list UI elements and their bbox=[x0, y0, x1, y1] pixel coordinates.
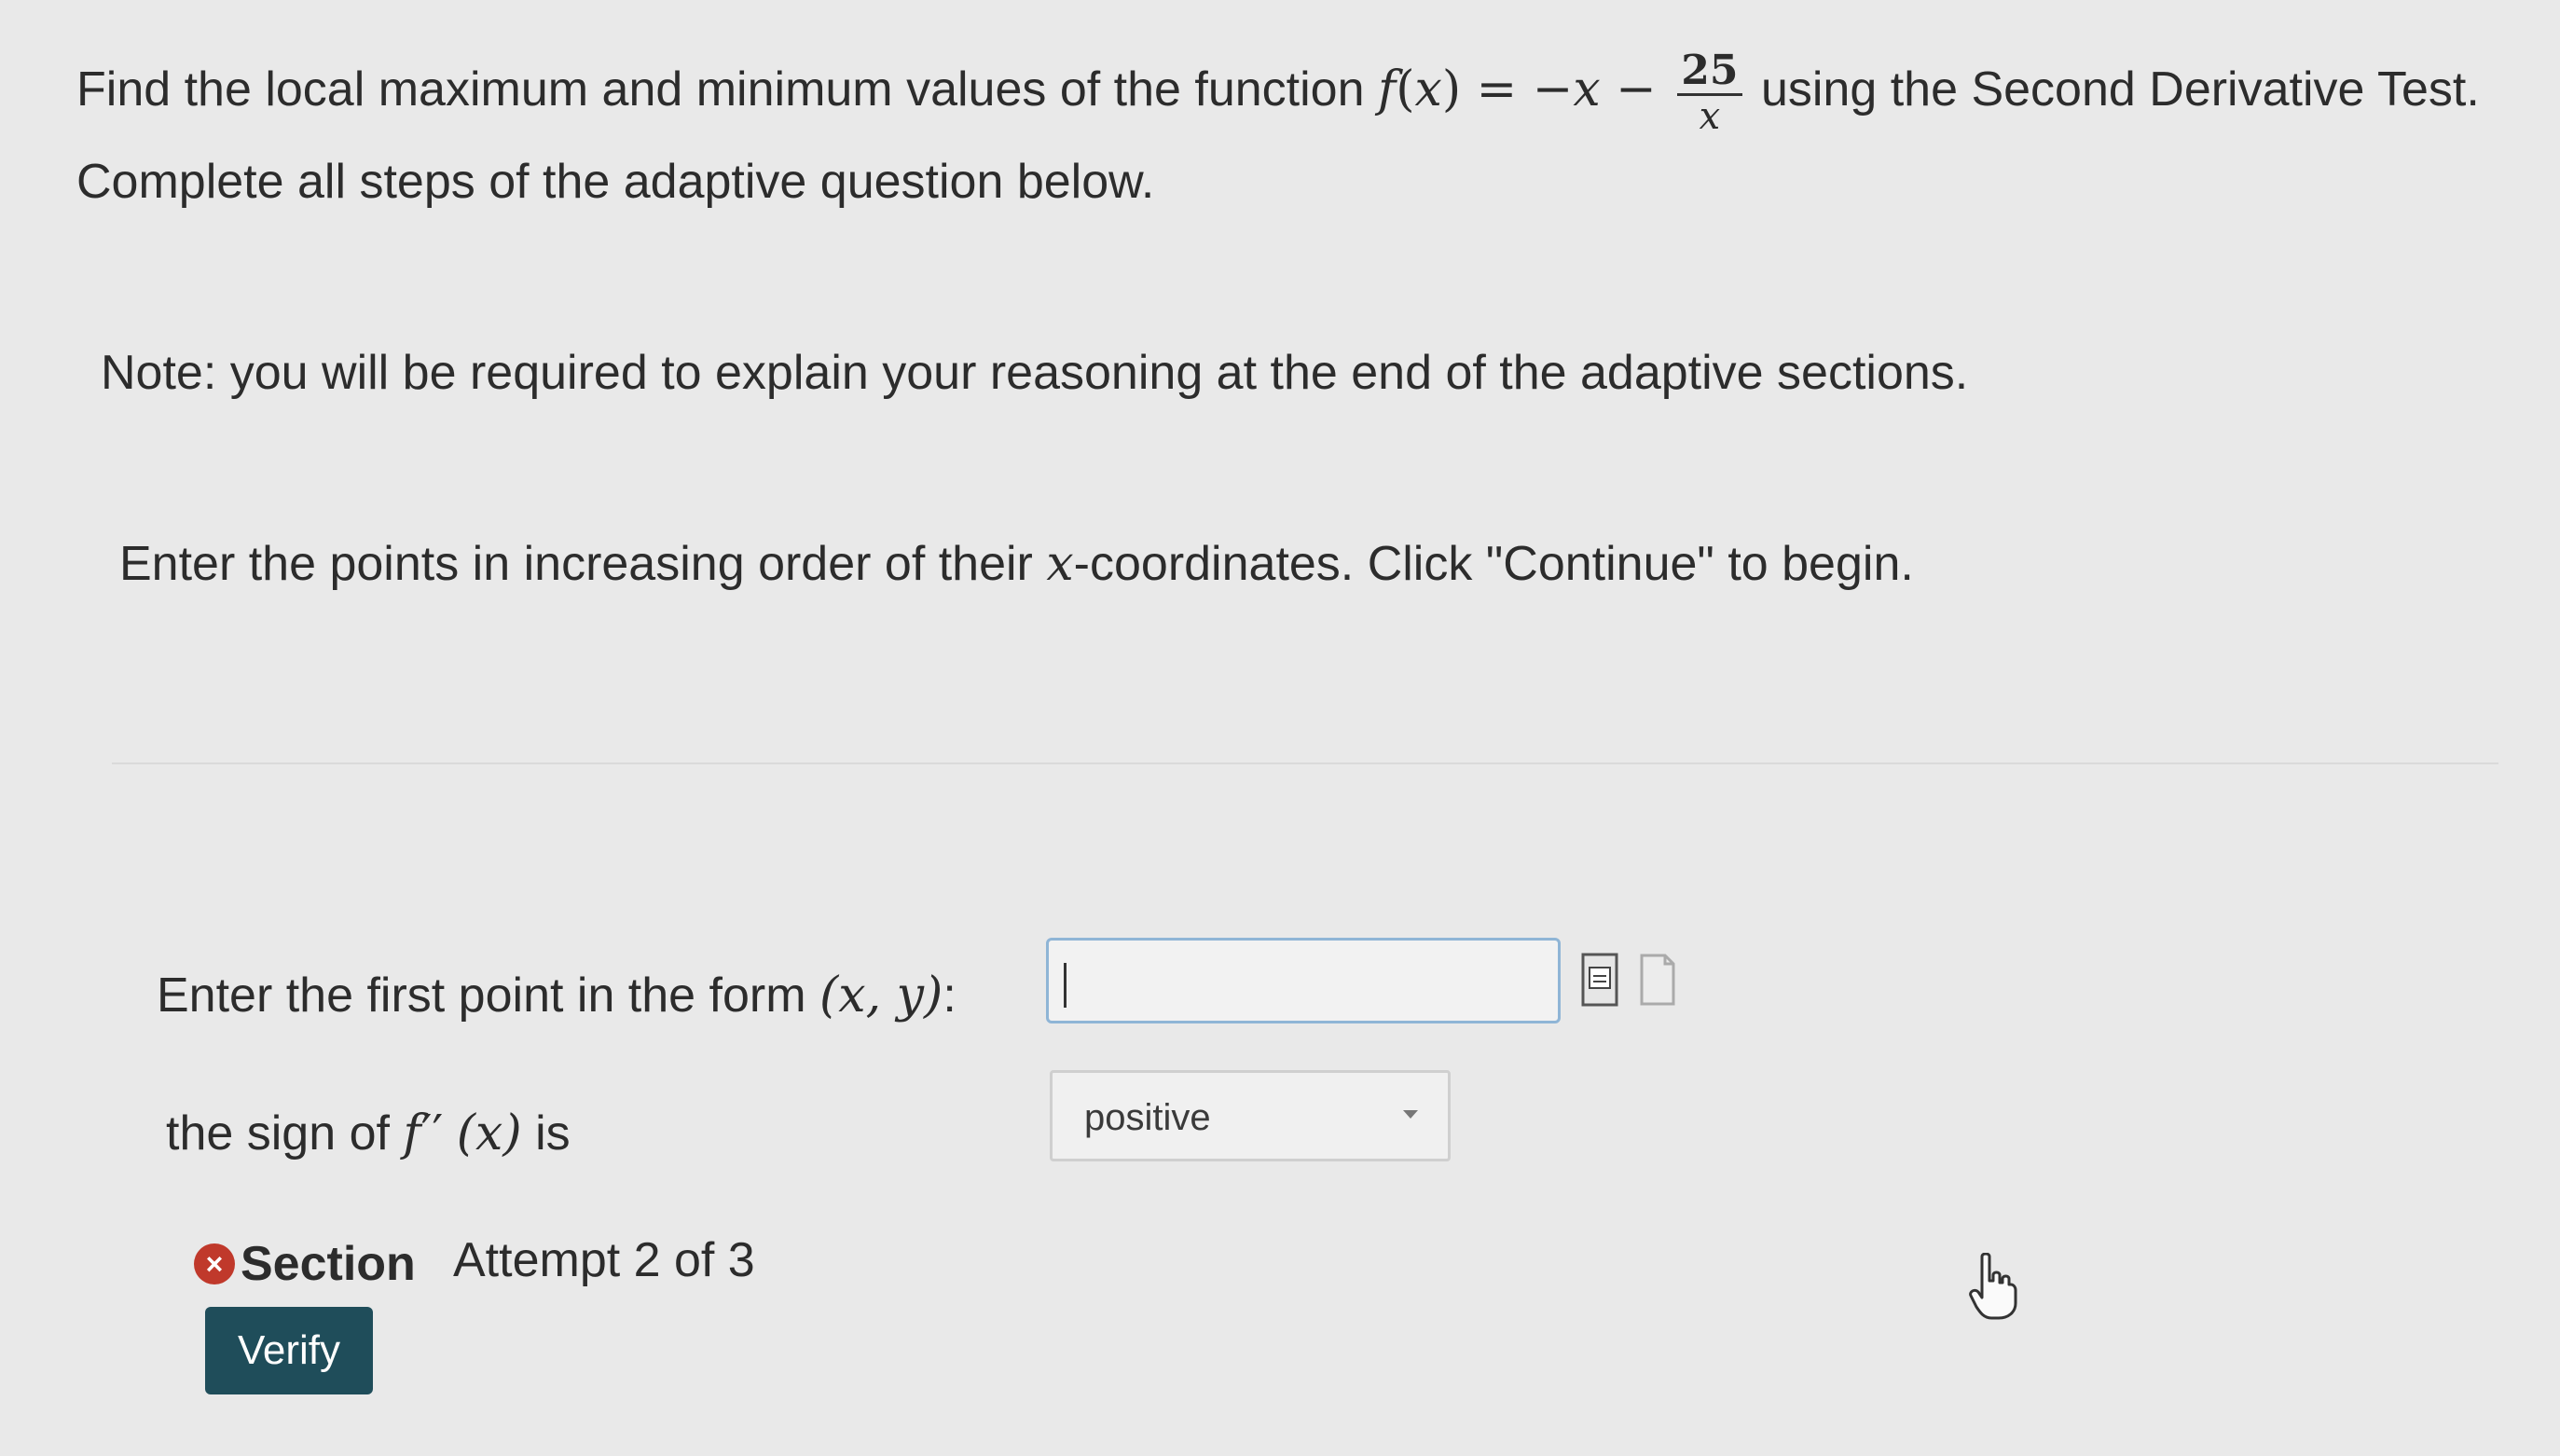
fraction: 25 x bbox=[1677, 48, 1742, 138]
instruction-before: Enter the points in increasing order of … bbox=[119, 537, 1047, 591]
question-intro: Find the local maximum and minimum value… bbox=[76, 62, 1378, 117]
note-text: Note: you will be required to explain yo… bbox=[101, 346, 1969, 400]
function-name: f bbox=[1377, 62, 1397, 117]
sign-prompt: the sign of f′′ (x) is bbox=[166, 1106, 571, 1161]
section-label: Section bbox=[241, 1237, 416, 1291]
point-prompt-text: Enter the first point in the form bbox=[157, 968, 819, 1023]
point-form: (x, y) bbox=[819, 968, 943, 1023]
point-input[interactable] bbox=[1046, 938, 1561, 1023]
fraction-numerator: 25 bbox=[1677, 48, 1742, 96]
second-derivative-func: f bbox=[403, 1106, 421, 1161]
function-variable: x bbox=[1414, 62, 1442, 117]
question-text: Find the local maximum and minimum value… bbox=[76, 46, 2480, 209]
function-rhs: = −x − bbox=[1461, 62, 1672, 117]
second-derivative-arg: (x) bbox=[456, 1106, 522, 1161]
mouse-cursor-icon bbox=[1969, 1252, 2017, 1322]
point-prompt: Enter the first point in the form (x, y)… bbox=[157, 968, 957, 1023]
point-colon: : bbox=[943, 968, 957, 1023]
sign-select-value: positive bbox=[1084, 1097, 1211, 1138]
section-divider bbox=[112, 762, 2498, 764]
fraction-denominator: x bbox=[1699, 94, 1721, 138]
instruction-text: Enter the points in increasing order of … bbox=[119, 536, 1914, 592]
instruction-after: -coordinates. Click "Continue" to begin. bbox=[1073, 537, 1914, 591]
sign-prompt-before: the sign of bbox=[166, 1106, 404, 1161]
sign-prompt-after: is bbox=[521, 1106, 571, 1161]
preview-document-icon[interactable] bbox=[1581, 953, 1618, 1007]
chevron-down-icon bbox=[1403, 1110, 1418, 1119]
text-caret bbox=[1064, 963, 1067, 1008]
verify-button[interactable]: Verify bbox=[205, 1307, 373, 1394]
attempt-counter: Attempt 2 of 3 bbox=[453, 1233, 755, 1287]
blank-document-icon[interactable] bbox=[1639, 953, 1676, 1007]
sign-select[interactable]: positive bbox=[1050, 1070, 1451, 1161]
second-derivative-prime: ′′ bbox=[420, 1106, 444, 1161]
x-circle-icon: × bbox=[194, 1243, 235, 1284]
instruction-variable: x bbox=[1046, 536, 1074, 592]
